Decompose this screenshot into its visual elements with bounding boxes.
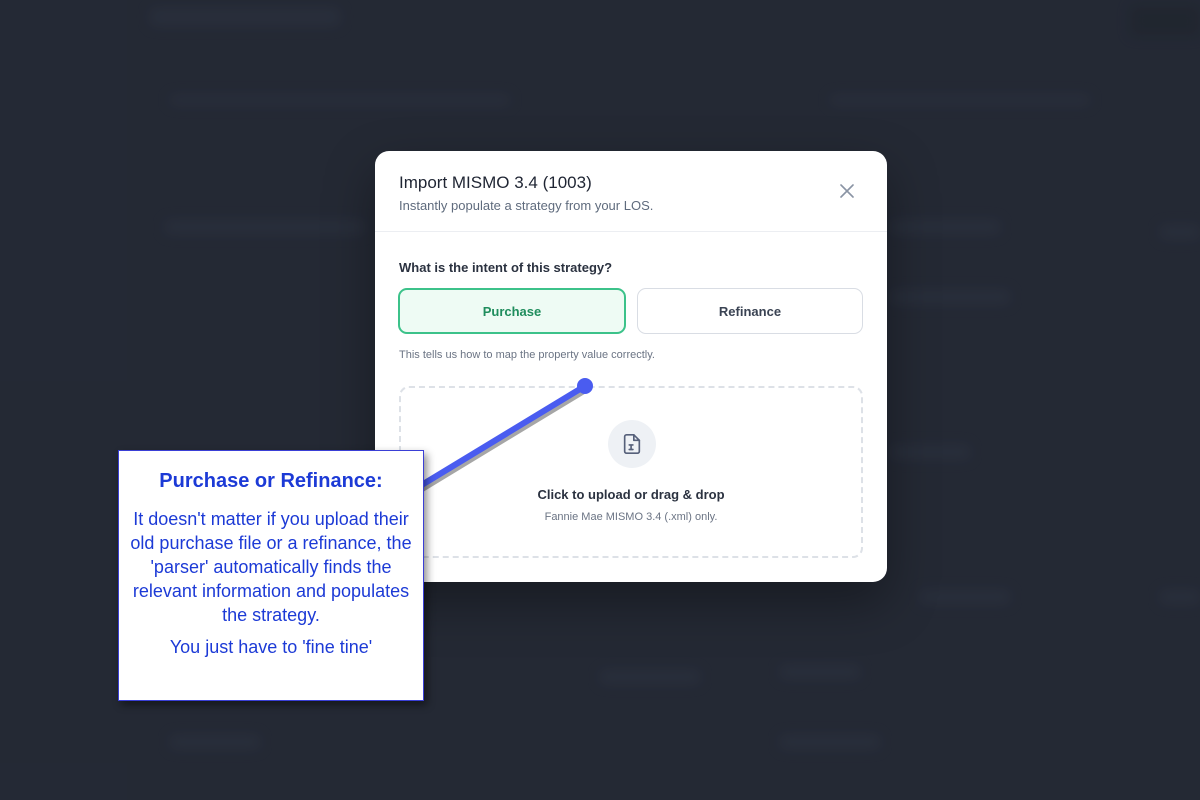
dropzone-title: Click to upload or drag & drop <box>537 487 725 502</box>
modal-title: Import MISMO 3.4 (1003) <box>399 173 592 192</box>
purchase-option-button[interactable]: Purchase <box>398 288 626 334</box>
intent-question: What is the intent of this strategy? <box>399 260 613 275</box>
modal-subtitle: Instantly populate a strategy from your … <box>399 198 654 213</box>
dropzone-subtitle: Fannie Mae MISMO 3.4 (.xml) only. <box>544 511 718 523</box>
annotation-body: It doesn't matter if you upload their ol… <box>130 509 412 625</box>
modal-header: Import MISMO 3.4 (1003) Instantly popula… <box>375 151 887 232</box>
file-text-icon <box>623 434 641 454</box>
intent-hint: This tells us how to map the property va… <box>399 349 655 361</box>
import-modal: Import MISMO 3.4 (1003) Instantly popula… <box>375 151 887 582</box>
annotation-title: Purchase or Refinance: <box>159 470 383 492</box>
file-dropzone[interactable]: Click to upload or drag & drop Fannie Ma… <box>399 386 863 558</box>
close-button[interactable] <box>837 181 857 201</box>
annotation-callout: Purchase or Refinance: It doesn't matter… <box>118 450 424 701</box>
annotation-footer: You just have to 'fine tine' <box>169 637 373 657</box>
upload-icon-wrapper <box>608 420 656 468</box>
refinance-option-button[interactable]: Refinance <box>637 288 863 334</box>
close-icon <box>840 184 854 198</box>
